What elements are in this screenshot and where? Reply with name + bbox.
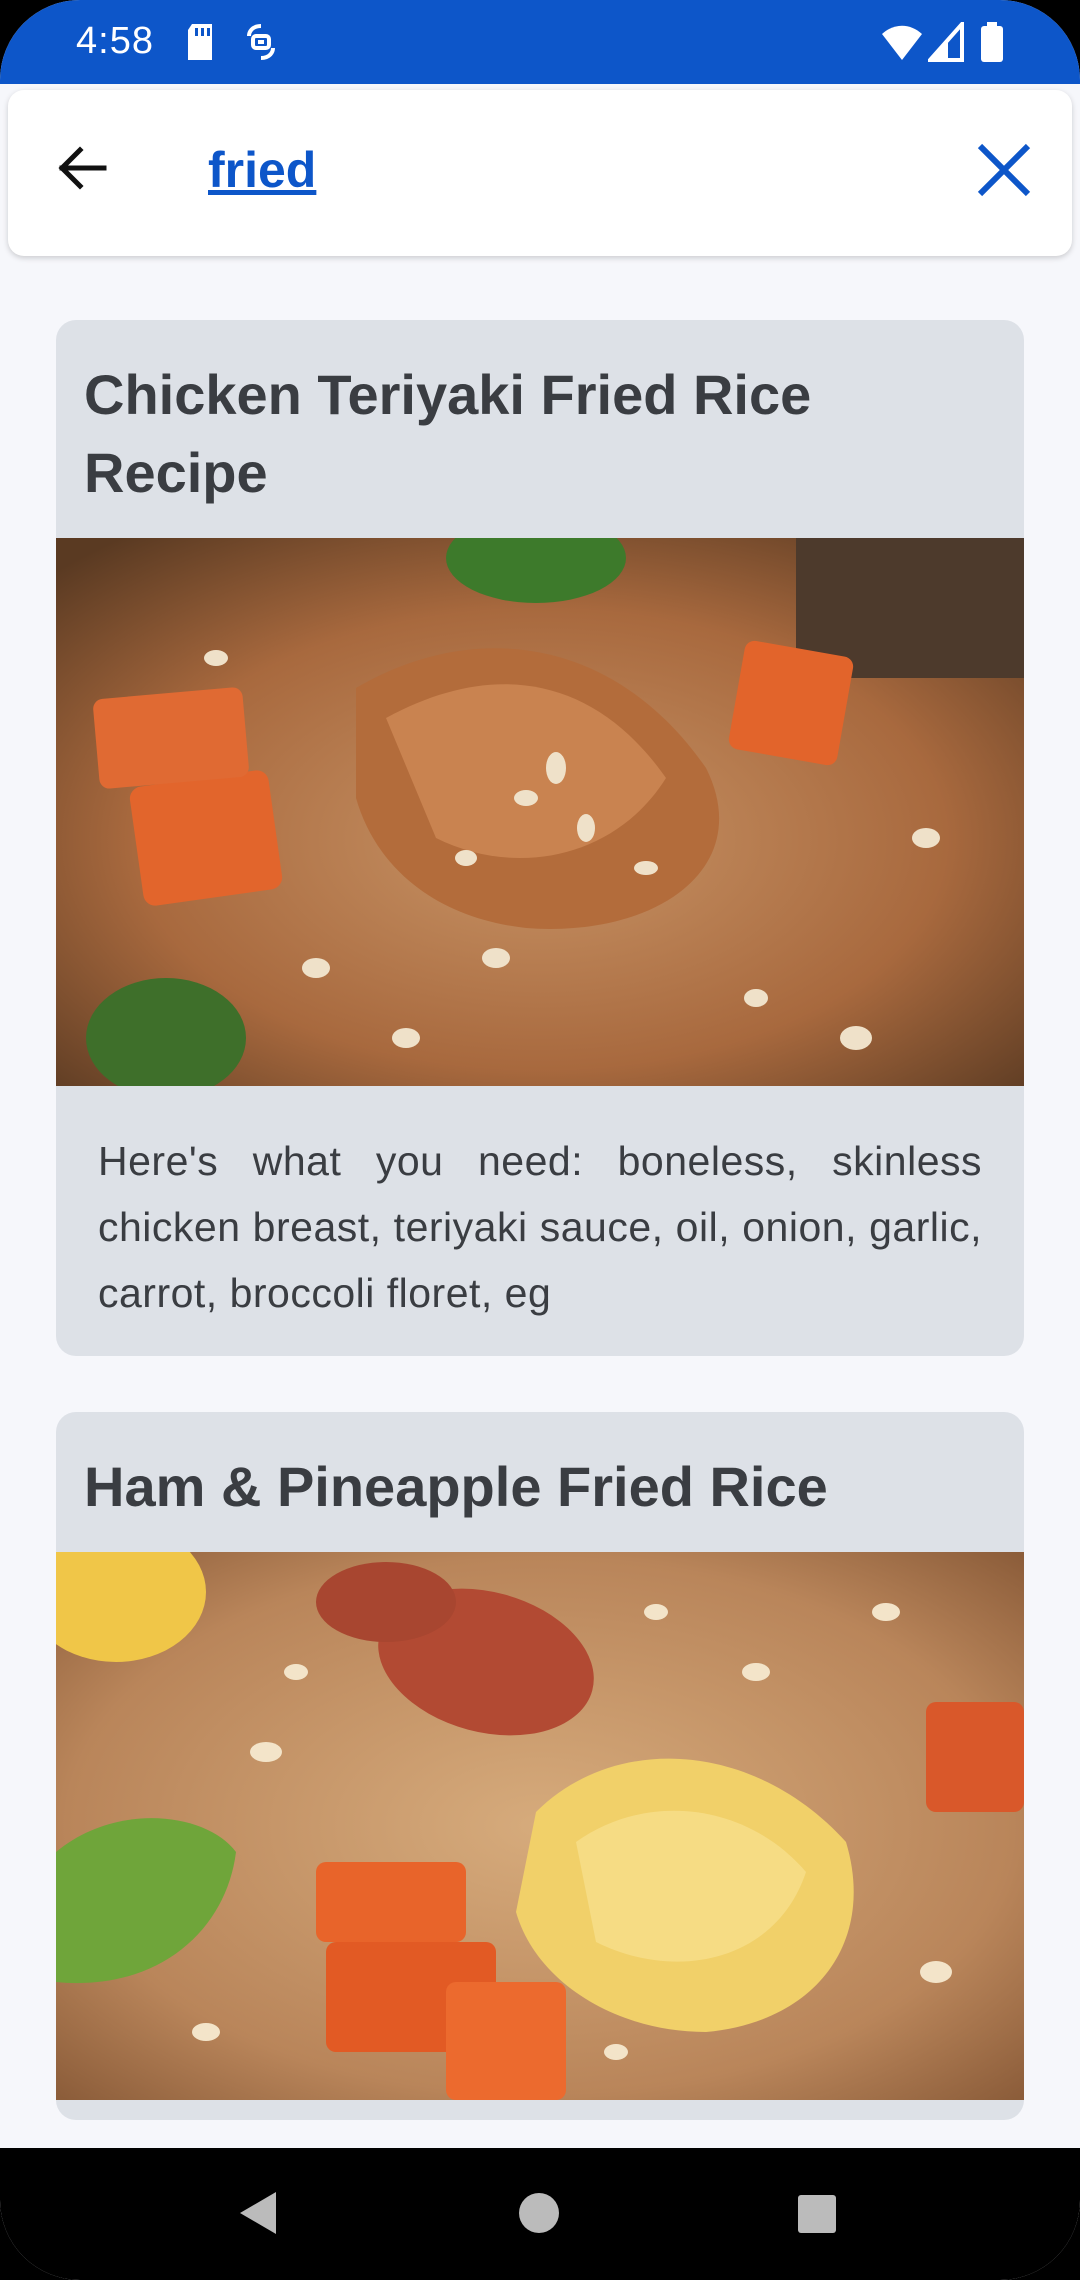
- navigation-bar: [0, 2148, 1080, 2280]
- battery-icon: [981, 22, 1003, 62]
- recipe-card[interactable]: Chicken Teriyaki Fried Rice Recipe Here'…: [56, 320, 1024, 1356]
- arrow-left-icon[interactable]: [54, 140, 110, 196]
- search-input[interactable]: [208, 130, 908, 210]
- nav-home-icon[interactable]: [518, 2192, 560, 2234]
- recipe-title: Ham & Pineapple Fried Rice: [84, 1455, 828, 1518]
- status-time: 4:58: [76, 20, 154, 62]
- wifi-icon: [882, 25, 922, 60]
- close-icon[interactable]: [974, 140, 1034, 200]
- ham-pineapple-fried-rice-photo: [56, 1552, 1024, 2100]
- app-screen: 4:58 fried Chicken Teriyaki Fried Rice R…: [0, 0, 1080, 2280]
- cellular-icon: [928, 22, 964, 62]
- recipe-card[interactable]: Ham & Pineapple Fried Rice: [56, 1412, 1024, 2120]
- recipe-title: Chicken Teriyaki Fried Rice Recipe: [84, 363, 812, 504]
- signal-sync-icon: [247, 24, 275, 60]
- status-bar: 4:58: [0, 0, 1080, 84]
- recipe-description: Here's what you need: boneless, skinless…: [98, 1138, 982, 1316]
- sd-card-icon: [188, 24, 212, 60]
- chicken-teriyaki-fried-rice-photo: [56, 538, 1024, 1086]
- nav-recents-icon[interactable]: [797, 2194, 837, 2234]
- nav-back-icon[interactable]: [238, 2190, 278, 2236]
- search-bar: [8, 90, 1072, 256]
